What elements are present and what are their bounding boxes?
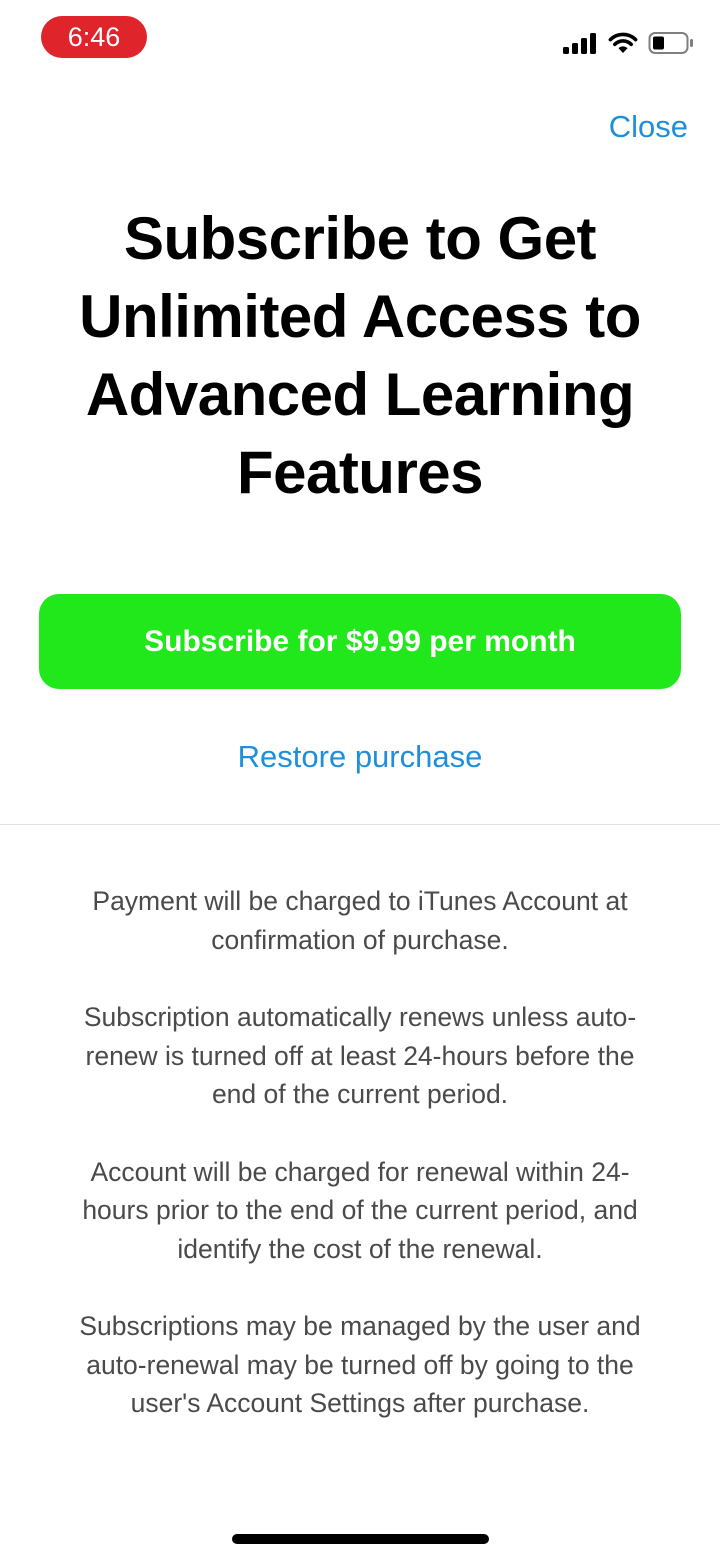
close-button[interactable]: Close xyxy=(609,106,688,148)
wifi-icon xyxy=(608,32,638,53)
status-bar: 6:46 xyxy=(0,0,720,80)
terms-paragraph-payment: Payment will be charged to iTunes Accoun… xyxy=(92,886,628,955)
restore-purchase-link[interactable]: Restore purchase xyxy=(0,736,720,778)
terms-text: Payment will be charged to iTunes Accoun… xyxy=(70,882,650,1462)
status-icons xyxy=(562,28,694,58)
status-time[interactable]: 6:46 xyxy=(41,16,147,58)
signal-icon xyxy=(563,33,596,54)
terms-paragraph-manage: Subscriptions may be managed by the user… xyxy=(79,1311,641,1418)
subscribe-button[interactable]: Subscribe for $9.99 per month xyxy=(39,594,681,689)
page-title: Subscribe to Get Unlimited Access to Adv… xyxy=(79,205,641,506)
terms-paragraph-renewal-charge: Account will be charged for renewal with… xyxy=(82,1156,638,1264)
home-indicator[interactable] xyxy=(232,1534,489,1544)
divider xyxy=(0,824,720,825)
battery-icon xyxy=(648,32,693,54)
terms-paragraph-auto-renew: Subscription automatically renews unless… xyxy=(83,1002,637,1109)
